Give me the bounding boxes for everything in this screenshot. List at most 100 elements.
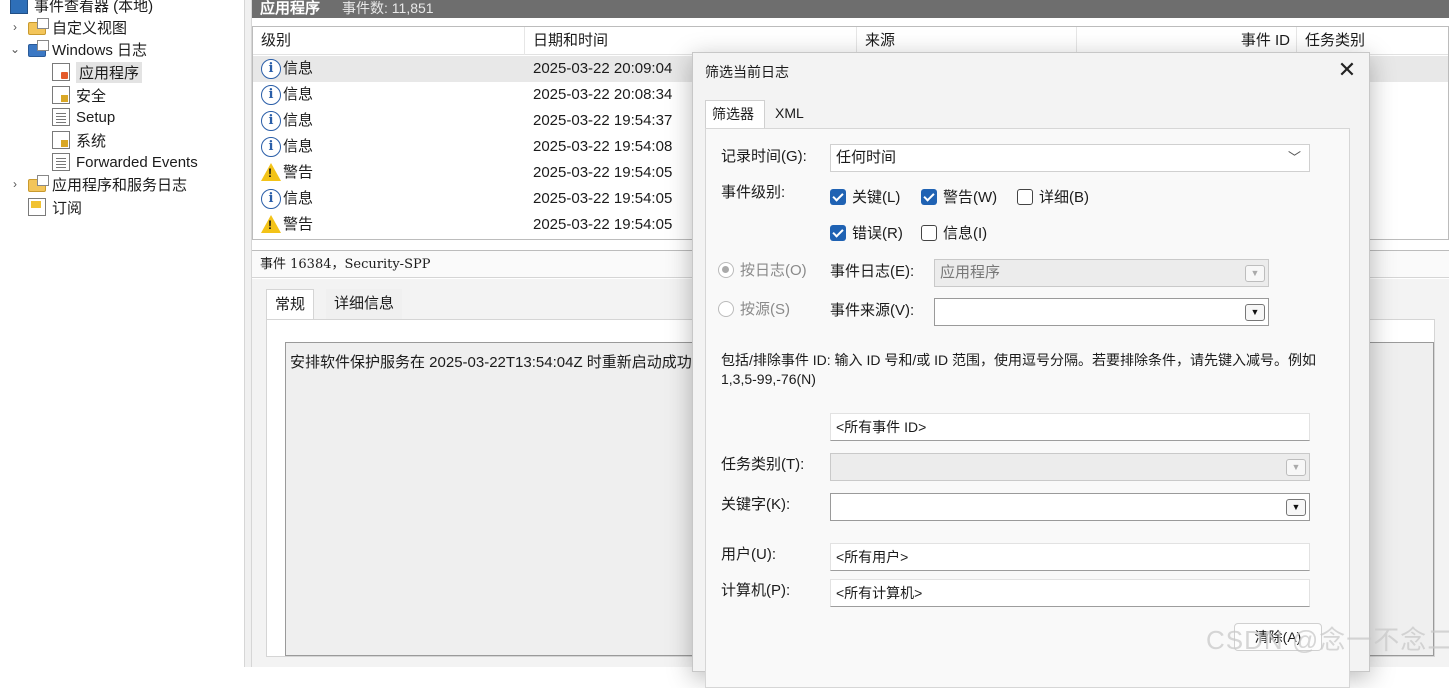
tree-item-setup[interactable]: Setup [52,106,115,128]
information-label: 信息(I) [943,225,988,242]
filter-current-log-dialog: 筛选当前日志 ✕ 筛选器 XML 记录时间(G): 任何时间 ﹀ 事件级别: 关… [692,52,1370,688]
log-header: 应用程序 事件数: 11,851 [252,0,1449,18]
log-icon [52,108,70,126]
folder-icon [28,40,49,57]
tree-item-forwarded-events[interactable]: Forwarded Events [52,151,198,173]
tree-label-subscriptions: 订阅 [52,199,83,217]
tree-label-root: 事件查看器 (本地) [34,0,154,15]
logged-select[interactable]: 任何时间 ﹀ [830,144,1310,172]
critical-label: 关键(L) [852,189,901,206]
warning-icon: ! [261,163,281,181]
row-level: 信息 [283,190,314,207]
system-log-icon [52,131,70,149]
tree-item-root[interactable]: 事件查看器 (本地) [4,0,153,16]
tree-item-windows-logs[interactable]: ⌄ Windows 日志 [8,38,147,60]
dialog-title: 筛选当前日志 [705,64,789,80]
column-header-level[interactable]: 级别 [253,27,525,55]
info-icon: i [261,59,281,79]
tree-label-application: 应用程序 [76,61,143,83]
checkbox-checked-icon [921,188,937,205]
event-list-header: 级别 日期和时间 来源 事件 ID 任务类别 [253,27,1448,55]
row-level: 警告 [283,164,314,181]
task-category-select[interactable]: ▼ [830,453,1310,481]
row-datetime: 2025-03-22 20:09:04 [533,60,673,77]
event-level-label: 事件级别: [721,184,786,201]
row-datetime: 2025-03-22 19:54:05 [533,164,673,181]
log-title: 应用程序 [260,0,321,17]
row-level: 信息 [283,112,314,129]
information-checkbox[interactable]: 信息(I) [921,222,987,243]
column-header-source[interactable]: 来源 [857,27,1077,55]
log-icon [52,153,70,171]
tree-label-windows-logs: Windows 日志 [52,41,148,59]
filter-panel: 记录时间(G): 任何时间 ﹀ 事件级别: 关键(L) 警告(W) 详细(B) … [705,128,1350,688]
event-sources-select[interactable]: ▼ [934,298,1269,326]
row-level: 警告 [283,216,314,233]
application-log-icon [52,63,70,81]
tree-label-app-service-logs: 应用程序和服务日志 [52,176,188,194]
tree-item-custom-views[interactable]: › 自定义视图 [8,16,127,38]
pane-splitter[interactable] [244,0,252,667]
row-level: 信息 [283,60,314,77]
chevron-down-icon: ﹀ [1287,150,1301,165]
column-header-event-id[interactable]: 事件 ID [1077,27,1297,55]
keywords-label: 关键字(K): [721,496,791,513]
tab-general[interactable]: 常规 [266,289,315,319]
error-checkbox[interactable]: 错误(R) [830,222,903,243]
row-datetime: 2025-03-22 19:54:37 [533,112,673,129]
verbose-checkbox[interactable]: 详细(B) [1017,186,1089,207]
warning-checkbox[interactable]: 警告(W) [921,186,997,207]
watermark: CSDN @念一不念二 [1206,625,1449,655]
dropdown-arrow-icon: ▼ [1245,304,1265,321]
user-input[interactable]: <所有用户> [830,543,1310,571]
tree-label-setup: Setup [76,108,116,126]
event-logs-value: 应用程序 [940,264,1001,281]
column-header-datetime[interactable]: 日期和时间 [525,27,857,55]
computer-input[interactable]: <所有计算机> [830,579,1310,607]
security-log-icon [52,86,70,104]
by-source-label: 按源(S) [740,301,790,318]
critical-checkbox[interactable]: 关键(L) [830,186,900,207]
checkbox-unchecked-icon [921,224,937,241]
radio-unselected-icon [718,300,734,317]
chevron-right-icon[interactable]: › [8,20,22,34]
close-icon[interactable]: ✕ [1335,59,1359,83]
tab-filter[interactable]: 筛选器 [705,100,765,128]
tree-item-application[interactable]: 应用程序 [52,61,143,83]
dropdown-arrow-icon: ▼ [1286,499,1306,516]
folder-icon [28,175,49,192]
event-ids-input[interactable]: <所有事件 ID> [830,413,1310,441]
tree-label-system: 系统 [76,132,107,150]
tab-xml[interactable]: XML [767,100,823,128]
warning-label: 警告(W) [943,189,998,206]
logged-value: 任何时间 [836,149,897,166]
subscription-icon [28,198,46,216]
info-icon: i [261,85,281,105]
dropdown-arrow-icon: ▼ [1245,265,1265,282]
tree-item-subscriptions[interactable]: 订阅 [28,196,82,218]
task-category-label: 任务类别(T): [721,456,805,473]
tree-item-security[interactable]: 安全 [52,84,106,106]
computer-label: 计算机(P): [721,582,791,599]
row-datetime: 2025-03-22 20:08:34 [533,86,673,103]
event-logs-select[interactable]: 应用程序 ▼ [934,259,1269,287]
event-id-description: 包括/排除事件 ID: 输入 ID 号和/或 ID 范围，使用逗号分隔。若要排除… [721,352,1317,387]
event-viewer-icon [10,0,28,14]
row-datetime: 2025-03-22 19:54:08 [533,138,673,155]
chevron-right-icon[interactable]: › [8,177,22,191]
by-log-radio[interactable]: 按日志(O) [718,259,807,280]
tree-label-forwarded: Forwarded Events [76,153,198,171]
chevron-down-icon[interactable]: ⌄ [8,42,22,56]
tree-item-app-service-logs[interactable]: › 应用程序和服务日志 [8,173,187,195]
tab-details[interactable]: 详细信息 [326,289,403,319]
error-label: 错误(R) [852,225,903,242]
info-icon: i [261,189,281,209]
column-header-task-category[interactable]: 任务类别 [1297,27,1449,55]
tree-item-system[interactable]: 系统 [52,129,106,151]
user-label: 用户(U): [721,546,776,563]
by-source-radio[interactable]: 按源(S) [718,298,790,319]
logged-label: 记录时间(G): [721,148,807,165]
navigation-tree: 事件查看器 (本地) › 自定义视图 ⌄ Windows 日志 应用程序 安全 … [0,0,244,667]
keywords-select[interactable]: ▼ [830,493,1310,521]
by-log-label: 按日志(O) [740,262,807,279]
